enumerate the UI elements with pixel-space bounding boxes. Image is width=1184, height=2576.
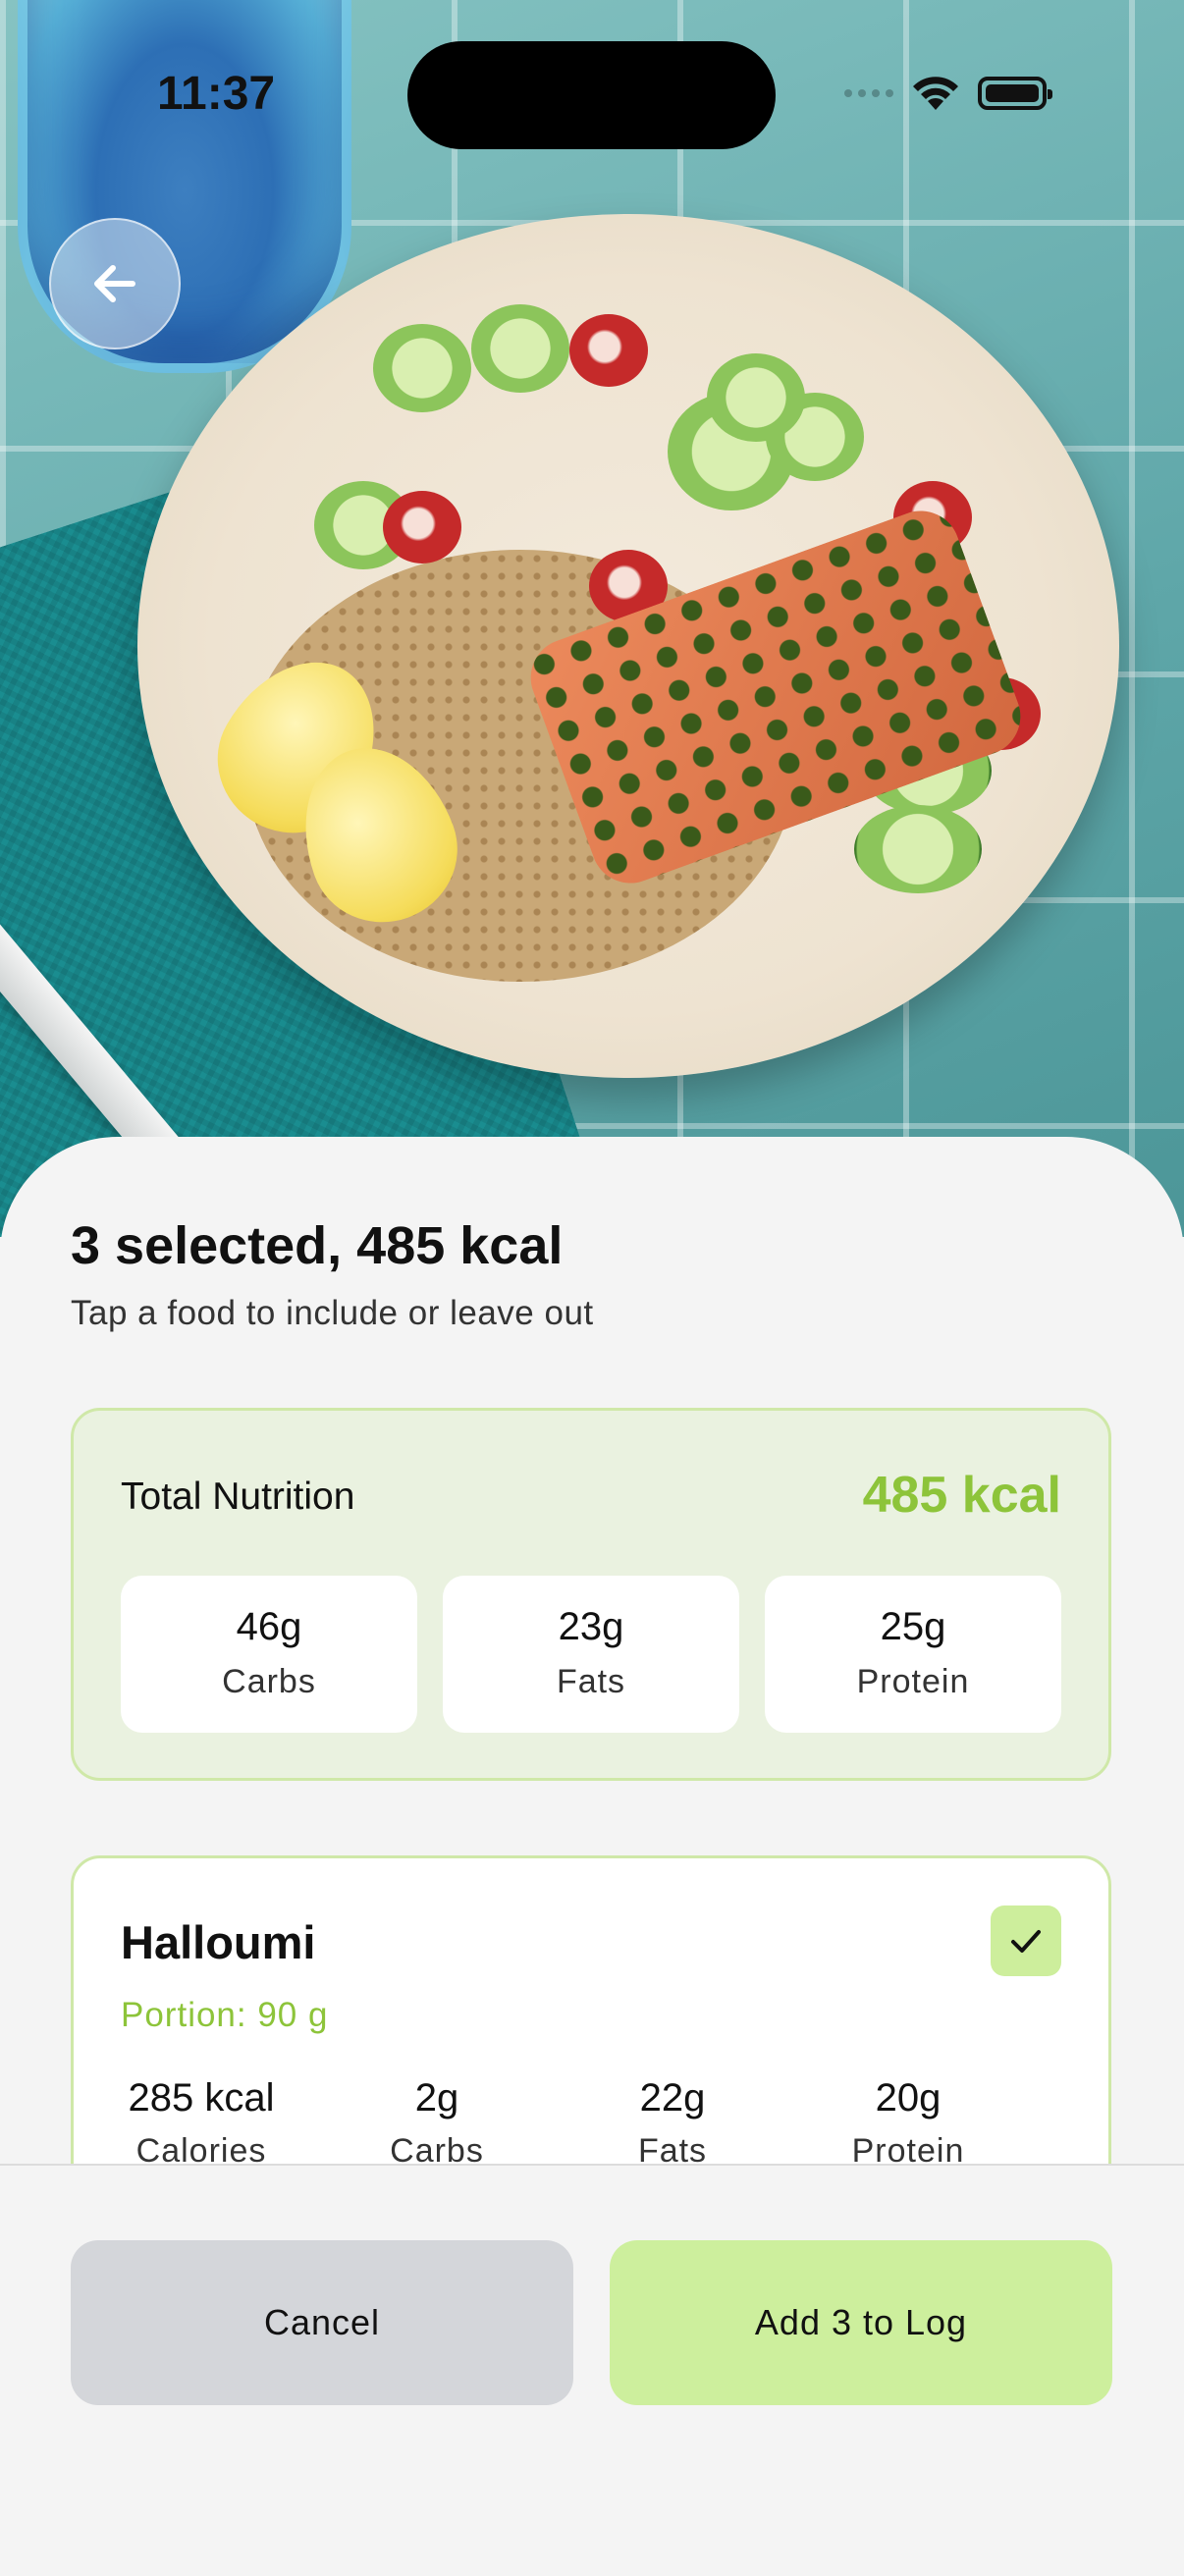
food-item-checkbox[interactable] bbox=[991, 1905, 1061, 1976]
food-item-carbs: 2g Carbs bbox=[329, 2076, 545, 2171]
stat-value: 285 kcal bbox=[128, 2076, 275, 2120]
cancel-button[interactable]: Cancel bbox=[71, 2240, 573, 2405]
action-footer: Cancel Add 3 to Log bbox=[0, 2164, 1184, 2576]
wifi-icon bbox=[913, 77, 958, 110]
status-icons bbox=[844, 75, 1052, 112]
add-to-log-button[interactable]: Add 3 to Log bbox=[610, 2240, 1112, 2405]
macro-fats: 23g Fats bbox=[443, 1576, 739, 1733]
cellular-icon bbox=[844, 89, 893, 97]
dynamic-island bbox=[407, 41, 776, 149]
food-item-portion: Portion: 90 g bbox=[121, 1996, 329, 2034]
macro-label: Fats bbox=[556, 1663, 626, 1700]
selection-summary-title: 3 selected, 485 kcal bbox=[71, 1216, 564, 1275]
cucumber-slice bbox=[373, 324, 471, 412]
selection-summary-subtitle: Tap a food to include or leave out bbox=[71, 1294, 594, 1332]
cucumber-slice bbox=[471, 304, 569, 393]
total-kcal: 485 kcal bbox=[862, 1467, 1061, 1524]
food-photo bbox=[0, 0, 1184, 1237]
cucumber-slice bbox=[854, 805, 982, 893]
stat-value: 2g bbox=[414, 2076, 459, 2120]
stat-value: 20g bbox=[875, 2076, 942, 2120]
cucumber-slice bbox=[707, 353, 805, 442]
back-button[interactable] bbox=[49, 218, 181, 349]
tomato bbox=[383, 491, 461, 564]
food-item-calories: 285 kcal Calories bbox=[93, 2076, 309, 2171]
total-nutrition-label: Total Nutrition bbox=[121, 1476, 355, 1518]
arrow-left-icon bbox=[94, 265, 135, 302]
checkmark-icon bbox=[1011, 1930, 1041, 1953]
macro-label: Carbs bbox=[222, 1663, 316, 1700]
status-time: 11:37 bbox=[157, 68, 276, 120]
macro-value: 46g bbox=[236, 1605, 302, 1648]
food-item-protein: 20g Protein bbox=[800, 2076, 1016, 2171]
stat-value: 22g bbox=[639, 2076, 706, 2120]
macro-value: 23g bbox=[558, 1605, 624, 1648]
tomato bbox=[569, 314, 648, 387]
food-item-name: Halloumi bbox=[121, 1916, 316, 1968]
total-nutrition-card: Total Nutrition 485 kcal 46g Carbs 23g F… bbox=[71, 1408, 1111, 1781]
macro-label: Protein bbox=[856, 1663, 970, 1700]
battery-icon bbox=[978, 77, 1052, 110]
macro-carbs: 46g Carbs bbox=[121, 1576, 417, 1733]
food-item-fats: 22g Fats bbox=[565, 2076, 780, 2171]
macro-protein: 25g Protein bbox=[765, 1576, 1061, 1733]
macro-value: 25g bbox=[880, 1605, 946, 1648]
